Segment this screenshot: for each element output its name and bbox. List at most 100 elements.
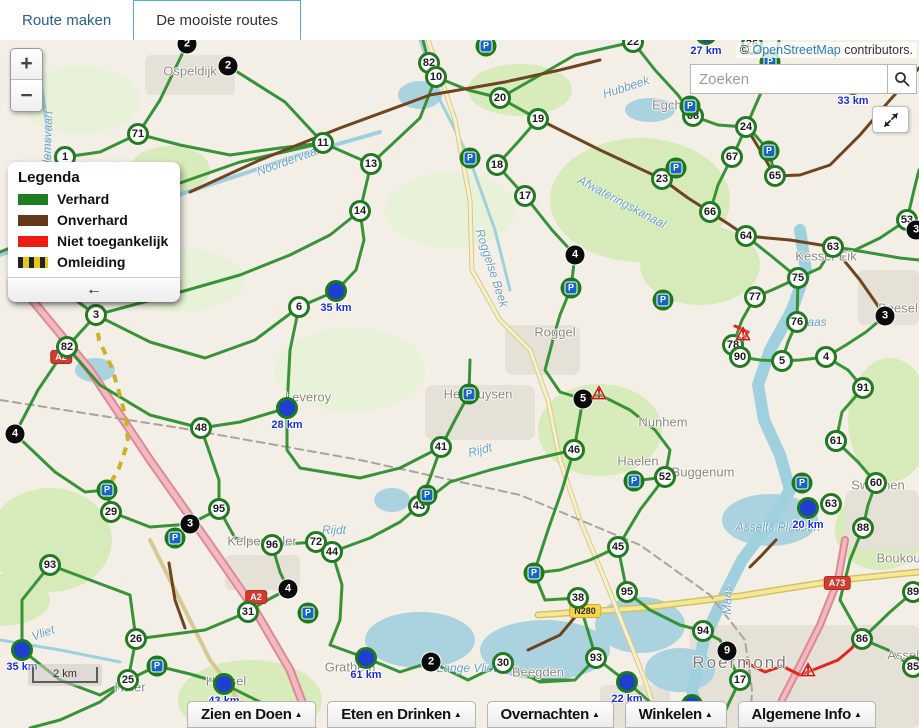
junction-marker[interactable]: 17 — [729, 669, 751, 691]
junction-marker[interactable]: 93 — [39, 554, 61, 576]
junction-marker[interactable]: 95 — [616, 581, 638, 603]
numbered-poi-marker[interactable]: 3 — [181, 515, 200, 534]
parking-marker[interactable]: P — [524, 563, 545, 584]
numbered-poi-marker[interactable]: 4 — [279, 580, 298, 599]
junction-marker[interactable]: 64 — [735, 225, 757, 247]
zoom-in-button[interactable]: + — [11, 49, 42, 80]
junction-marker[interactable]: 14 — [349, 200, 371, 222]
junction-marker[interactable]: 77 — [744, 286, 766, 308]
menu-button-winkelen[interactable]: Winkelen▲ — [625, 701, 727, 728]
route-start-marker[interactable]: 27 km — [695, 40, 717, 45]
route-start-marker[interactable]: 61 km — [355, 647, 377, 669]
junction-marker[interactable]: 91 — [852, 377, 874, 399]
junction-marker[interactable]: 10 — [425, 66, 447, 88]
junction-marker[interactable]: 3 — [85, 304, 107, 326]
parking-marker[interactable]: P — [460, 148, 481, 169]
junction-marker[interactable]: 17 — [514, 185, 536, 207]
zoom-out-button[interactable]: − — [11, 80, 42, 111]
junction-marker[interactable]: 4 — [815, 346, 837, 368]
warning-icon[interactable]: ⚠ — [735, 325, 751, 343]
parking-marker[interactable]: P — [624, 471, 645, 492]
menu-button-algemene-info[interactable]: Algemene Info▲ — [738, 701, 876, 728]
route-start-marker[interactable]: 35 km — [11, 639, 33, 661]
junction-marker[interactable]: 41 — [430, 436, 452, 458]
junction-marker[interactable]: 6 — [288, 296, 310, 318]
junction-marker[interactable]: 44 — [321, 541, 343, 563]
junction-marker[interactable]: 5 — [771, 350, 793, 372]
tab-de-mooiste-routes[interactable]: De mooiste routes — [133, 0, 301, 40]
parking-marker[interactable]: P — [759, 141, 780, 162]
numbered-poi-marker[interactable]: 4 — [6, 425, 25, 444]
numbered-poi-marker[interactable]: 3 — [907, 221, 919, 240]
junction-marker[interactable]: 67 — [721, 146, 743, 168]
junction-marker[interactable]: 46 — [563, 439, 585, 461]
route-start-marker[interactable]: 35 km — [325, 280, 347, 302]
junction-marker[interactable]: 85 — [902, 656, 919, 678]
numbered-poi-marker[interactable]: 4 — [566, 246, 585, 265]
fullscreen-button[interactable] — [872, 106, 909, 133]
junction-marker[interactable]: 45 — [607, 536, 629, 558]
junction-marker[interactable]: 25 — [117, 669, 139, 691]
junction-marker[interactable]: 89 — [902, 581, 919, 603]
numbered-poi-marker[interactable]: 2 — [178, 40, 197, 54]
route-start-marker[interactable]: 43 km — [213, 673, 235, 695]
tab-route-maken[interactable]: Route maken — [0, 0, 133, 40]
search-button[interactable] — [888, 64, 917, 94]
route-start-marker[interactable]: 20 km — [797, 497, 819, 519]
legend-collapse-button[interactable]: ← — [8, 277, 180, 302]
parking-marker[interactable]: P — [680, 96, 701, 117]
route-start-marker[interactable]: 28 km — [276, 397, 298, 419]
junction-marker[interactable]: 66 — [699, 201, 721, 223]
numbered-poi-marker[interactable]: 9 — [718, 642, 737, 661]
junction-marker[interactable]: 75 — [787, 267, 809, 289]
map-canvas[interactable]: OspeldijkRoggelHeythuysenNunhemHaelenBug… — [0, 40, 919, 728]
numbered-poi-marker[interactable]: 2 — [219, 57, 238, 76]
parking-marker[interactable]: P — [298, 603, 319, 624]
junction-marker[interactable]: 31 — [237, 601, 259, 623]
junction-marker[interactable]: 65 — [764, 165, 786, 187]
junction-marker[interactable]: 38 — [567, 587, 589, 609]
search-input[interactable] — [690, 64, 888, 94]
parking-marker[interactable]: P — [476, 40, 497, 57]
warning-icon[interactable]: ⚠ — [591, 384, 607, 402]
junction-marker[interactable]: 90 — [729, 346, 751, 368]
junction-marker[interactable]: 24 — [735, 116, 757, 138]
junction-marker[interactable]: 96 — [261, 534, 283, 556]
parking-marker[interactable]: P — [666, 158, 687, 179]
junction-marker[interactable]: 52 — [654, 466, 676, 488]
numbered-poi-marker[interactable]: 2 — [422, 653, 441, 672]
junction-marker[interactable]: 63 — [822, 236, 844, 258]
numbered-poi-marker[interactable]: 3 — [876, 307, 895, 326]
junction-marker[interactable]: 13 — [360, 153, 382, 175]
parking-marker[interactable]: P — [653, 290, 674, 311]
parking-marker[interactable]: P — [561, 278, 582, 299]
junction-marker[interactable]: 60 — [865, 472, 887, 494]
parking-marker[interactable]: P — [147, 656, 168, 677]
numbered-poi-marker[interactable]: 5 — [574, 390, 593, 409]
junction-marker[interactable]: 30 — [492, 652, 514, 674]
junction-marker[interactable]: 63 — [820, 493, 842, 515]
junction-marker[interactable]: 86 — [851, 628, 873, 650]
junction-marker[interactable]: 19 — [527, 108, 549, 130]
route-start-marker[interactable]: 22 km — [616, 671, 638, 693]
menu-button-eten-en-drinken[interactable]: Eten en Drinken▲ — [327, 701, 475, 728]
junction-marker[interactable]: 29 — [100, 501, 122, 523]
junction-marker[interactable]: 71 — [127, 123, 149, 145]
junction-marker[interactable]: 48 — [190, 417, 212, 439]
junction-marker[interactable]: 94 — [692, 620, 714, 642]
junction-marker[interactable]: 26 — [125, 628, 147, 650]
openstreetmap-link[interactable]: OpenStreetMap — [752, 43, 840, 57]
junction-marker[interactable]: 93 — [585, 647, 607, 669]
junction-marker[interactable]: 20 — [489, 87, 511, 109]
menu-button-zien-en-doen[interactable]: Zien en Doen▲ — [187, 701, 316, 728]
warning-icon[interactable]: ⚠ — [800, 661, 816, 679]
parking-marker[interactable]: P — [459, 384, 480, 405]
menu-button-overnachten[interactable]: Overnachten▲ — [487, 701, 614, 728]
junction-marker[interactable]: 11 — [312, 132, 334, 154]
junction-marker[interactable]: 22 — [622, 40, 644, 53]
junction-marker[interactable]: 61 — [825, 430, 847, 452]
junction-marker[interactable]: 95 — [208, 498, 230, 520]
parking-marker[interactable]: P — [792, 473, 813, 494]
junction-marker[interactable]: 82 — [56, 336, 78, 358]
junction-marker[interactable]: 18 — [486, 154, 508, 176]
